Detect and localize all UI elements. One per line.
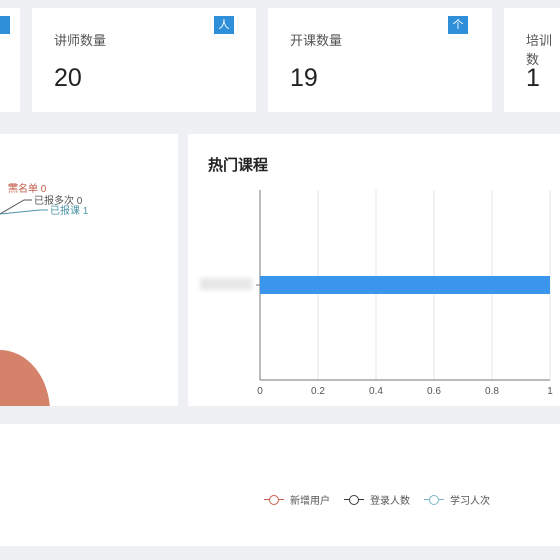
legend-label: 登录人数 xyxy=(370,496,410,507)
stat-card-lecturers: 讲师数量 20 人 xyxy=(32,8,256,112)
stat-value: 20 xyxy=(54,64,82,92)
x-tick-label: 0 xyxy=(257,386,263,397)
legend-item-learners[interactable]: 学习人次 xyxy=(424,492,490,507)
pie-chart-panel: 黑名单 0 已报多次 0 已报课 1 xyxy=(0,134,178,474)
stat-card-partial-left xyxy=(0,8,20,112)
circle-line-icon xyxy=(264,494,284,505)
stat-title: 开课数量 xyxy=(290,33,343,48)
bar[interactable] xyxy=(260,276,550,294)
x-tick-label: 0.8 xyxy=(485,386,499,397)
stat-badge-partial xyxy=(0,16,10,34)
x-tick-label: 0.2 xyxy=(311,386,325,397)
pie-slice xyxy=(0,350,50,474)
hot-courses-panel: 热门课程 0 0.2 0.4 0.6 0.8 1 xyxy=(188,134,560,406)
legend-label: 新增用户 xyxy=(290,496,330,507)
blurred-course-label xyxy=(200,278,252,290)
circle-line-icon xyxy=(424,494,444,505)
stat-card-training: 培训数 1 xyxy=(504,8,560,112)
count-icon: 个 xyxy=(448,16,468,34)
legend-item-new-users[interactable]: 新增用户 xyxy=(264,492,330,507)
stat-value: 1 xyxy=(526,64,540,92)
stat-card-courses: 开课数量 19 个 xyxy=(268,8,492,112)
legend-item-logins[interactable]: 登录人数 xyxy=(344,492,410,507)
pie-label-line xyxy=(0,209,48,215)
stat-title: 培训数 xyxy=(526,33,553,67)
pie-label-enrolled: 已报课 1 xyxy=(50,204,89,217)
x-tick-label: 1 xyxy=(547,386,553,397)
legend-label: 学习人次 xyxy=(450,496,490,507)
stat-value: 19 xyxy=(290,64,318,92)
x-tick-label: 0.4 xyxy=(369,386,383,397)
pie-label-blacklist: 黑名单 0 xyxy=(8,182,47,195)
trend-chart-panel xyxy=(0,424,560,546)
hot-courses-bar-chart: 0 0.2 0.4 0.6 0.8 1 xyxy=(256,190,553,397)
person-icon: 人 xyxy=(214,16,234,34)
circle-line-icon xyxy=(344,494,364,505)
stat-title: 讲师数量 xyxy=(54,33,107,48)
pie-chart: 黑名单 0 已报多次 0 已报课 1 xyxy=(0,182,89,474)
x-tick-label: 0.6 xyxy=(427,386,441,397)
